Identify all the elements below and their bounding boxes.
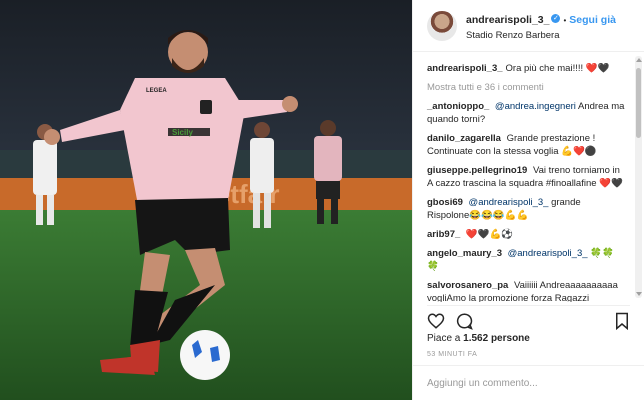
comment-username[interactable]: giuseppe.pellegrino19 [427,165,527,176]
comment-item: giuseppe.pellegrino19 Vai treno torniamo… [427,164,625,190]
kit-brand: LEGEA [146,88,167,94]
sponsor-text: Sicily [172,128,193,137]
comment-icon[interactable] [455,312,473,330]
comment-item: arib97_ ❤️🖤💪⚽ [427,228,625,241]
comment-username[interactable]: arib97_ [427,229,460,240]
comment-mention[interactable]: @andrearispoli_3_ [508,248,588,259]
post-timestamp: 53 MINUTI FA [427,351,478,358]
comment-mention[interactable]: @andrearispoli_3_ [469,197,549,208]
comment-username[interactable]: danilo_zagarella [427,133,501,144]
post-photo[interactable]: betfair Sicily LEGEA [0,0,412,400]
caption-text: Ora più che mai!!!! ❤️🖤 [505,63,610,74]
likes-prefix: Piace a [427,333,461,344]
caption-username[interactable]: andrearispoli_3_ [427,63,503,74]
heart-icon[interactable] [427,312,445,330]
comment-username[interactable]: _antonioppo_ [427,101,489,112]
scroll-down-icon[interactable] [636,292,642,296]
post-actions [427,305,630,334]
add-comment-bar: Aggiungi un commento... [413,365,644,401]
caption: andrearispoli_3_ Ora più che mai!!!! ❤️🖤 [427,62,625,75]
show-all-comments-link[interactable]: Mostra tutti e 36 i commenti [427,81,625,94]
comment-item: danilo_zagarella Grande prestazione ! Co… [427,132,625,158]
location-link[interactable]: Stadio Renzo Barbera [466,30,616,41]
football [180,330,230,380]
post-header: andrearispoli_3_ ✓ • Segui già Stadio Renzo… [413,0,644,52]
separator-dot: • [563,16,567,25]
scrollbar-thumb[interactable] [636,68,641,138]
verified-badge-icon: ✓ [551,14,561,24]
avatar[interactable] [427,10,457,41]
follow-button[interactable]: Segui già [569,14,616,26]
comment-username[interactable]: salvorosanero_pa [427,280,508,291]
bookmark-icon[interactable] [614,312,630,330]
comment-username[interactable]: gbosi69 [427,197,463,208]
football-player-photo: betfair Sicily LEGEA [0,0,412,400]
comment-username[interactable]: angelo_maury_3 [427,248,502,259]
comments-list: andrearispoli_3_ Ora più che mai!!!! ❤️🖤 … [413,52,633,302]
likes-number: 1.562 [463,333,489,344]
comment-text: ❤️🖤💪⚽ [465,229,514,240]
post-sidebar: andrearispoli_3_ ✓ • Segui già Stadio Renzo… [412,0,644,400]
comment-item: gbosi69 @andrearispoli_3_ grande Rispolo… [427,196,625,222]
likes-suffix: persone [490,333,530,344]
likes-count[interactable]: Piace a 1.562 persone [427,333,530,344]
comment-item: angelo_maury_3 @andrearispoli_3_ 🍀🍀🍀 [427,247,625,273]
header-username[interactable]: andrearispoli_3_ [466,14,549,26]
comment-item: salvorosanero_pa Vaiiiiii Andreaaaaaaaaa… [427,279,625,302]
comment-mention[interactable]: @andrea.ingegneri [495,101,576,112]
comments-scrollbar[interactable] [635,56,642,298]
scroll-up-icon[interactable] [636,58,642,62]
add-comment-input[interactable]: Aggiungi un commento... [427,378,538,389]
comment-item: _antonioppo_ @andrea.ingegneri Andrea ma… [427,100,625,126]
